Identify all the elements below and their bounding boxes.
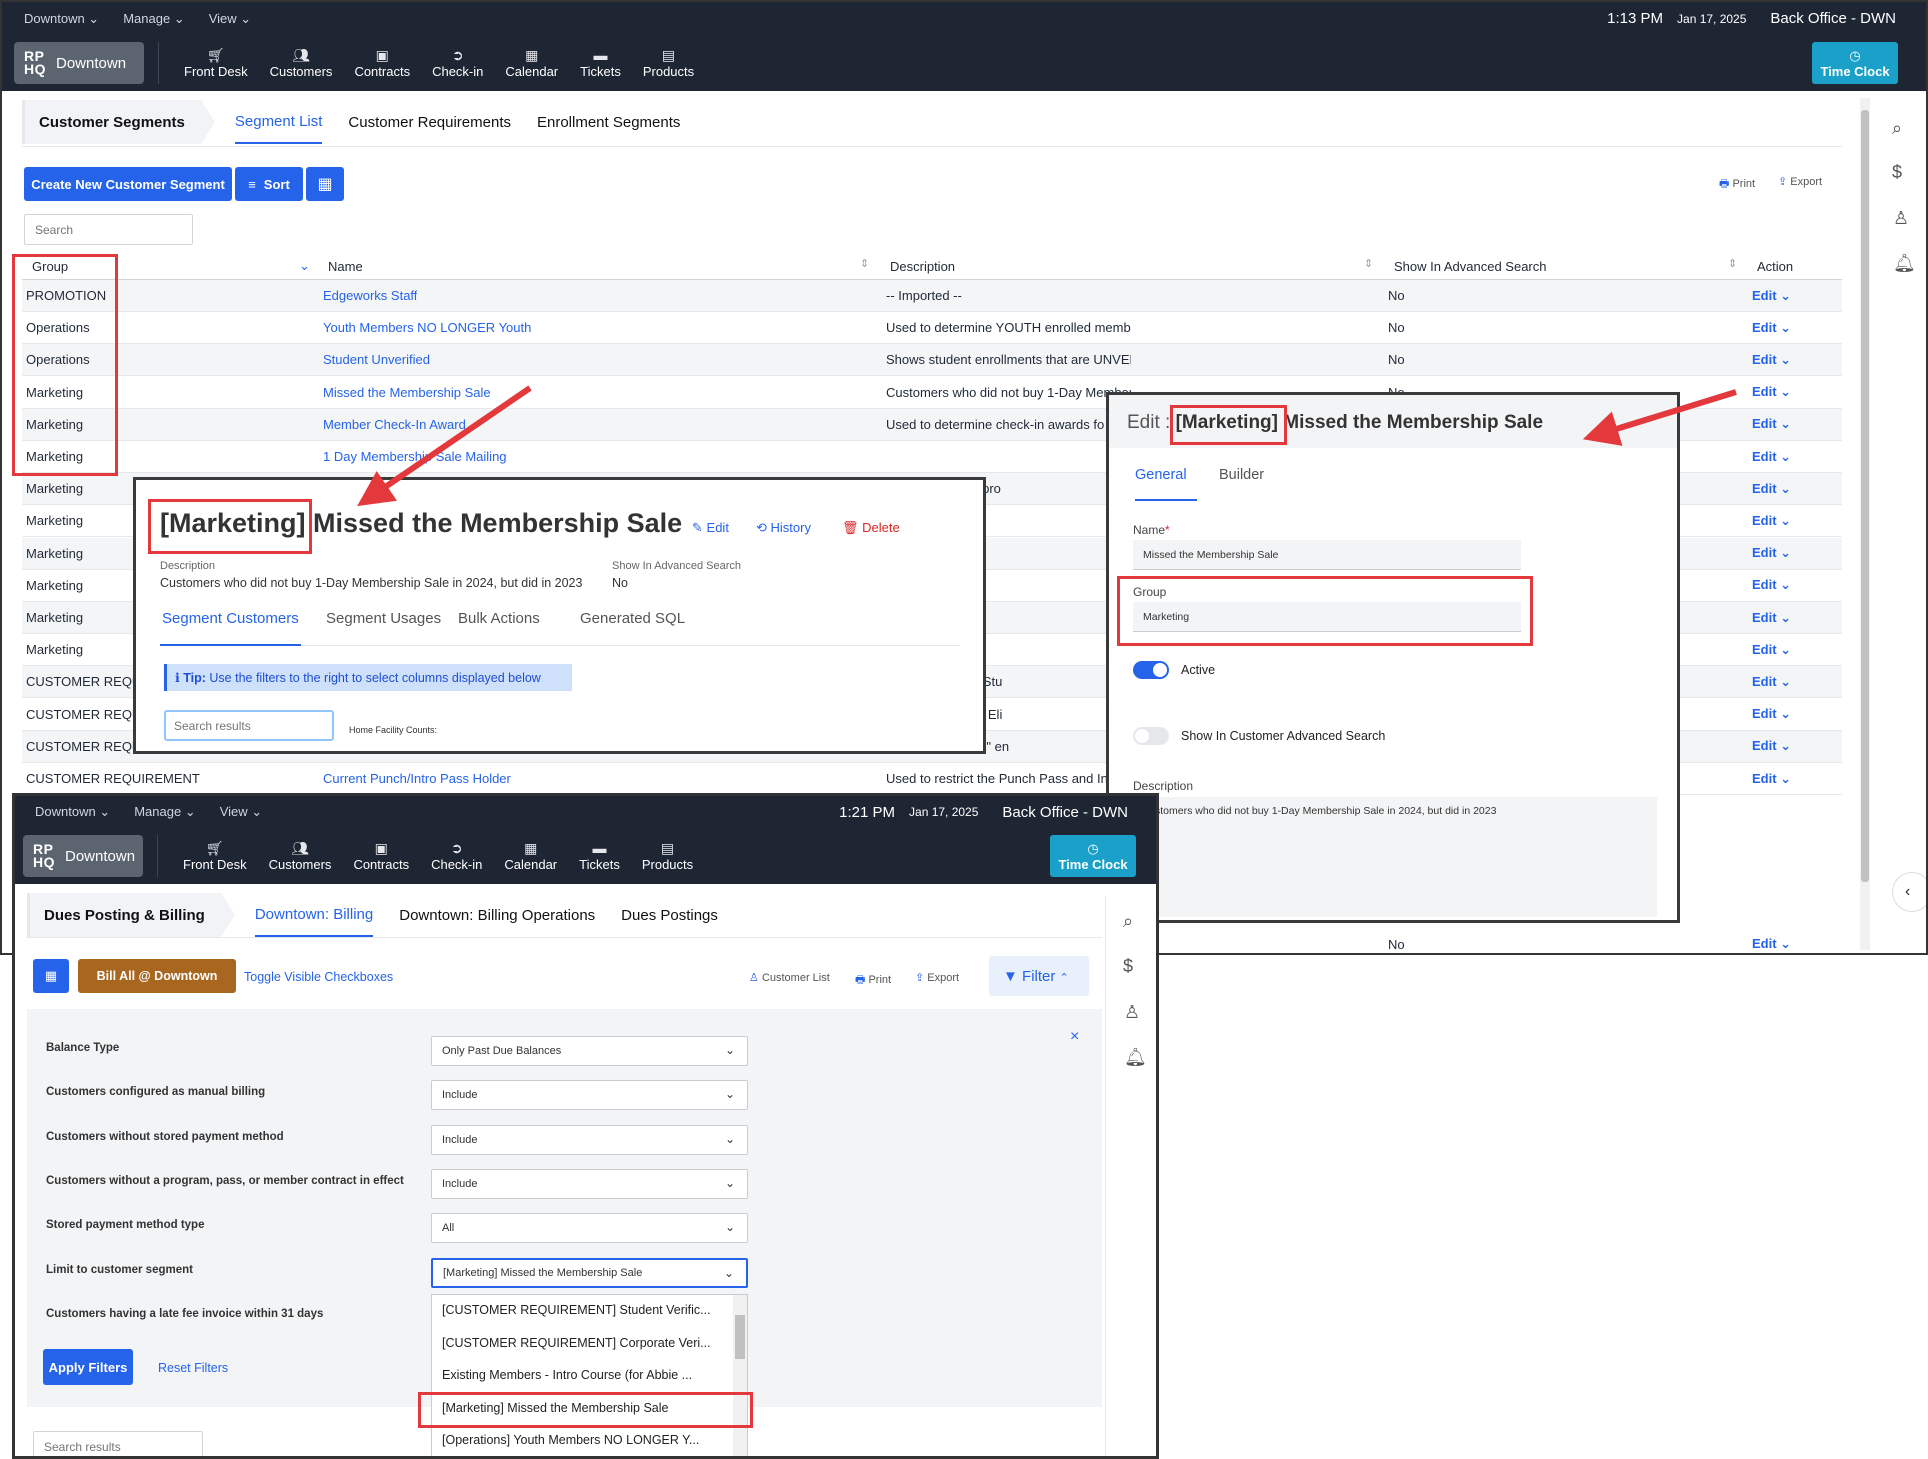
arrow-to-edit-panel <box>1582 389 1737 446</box>
annotation-arrows <box>357 385 1737 507</box>
arrow-to-detail <box>357 385 532 507</box>
